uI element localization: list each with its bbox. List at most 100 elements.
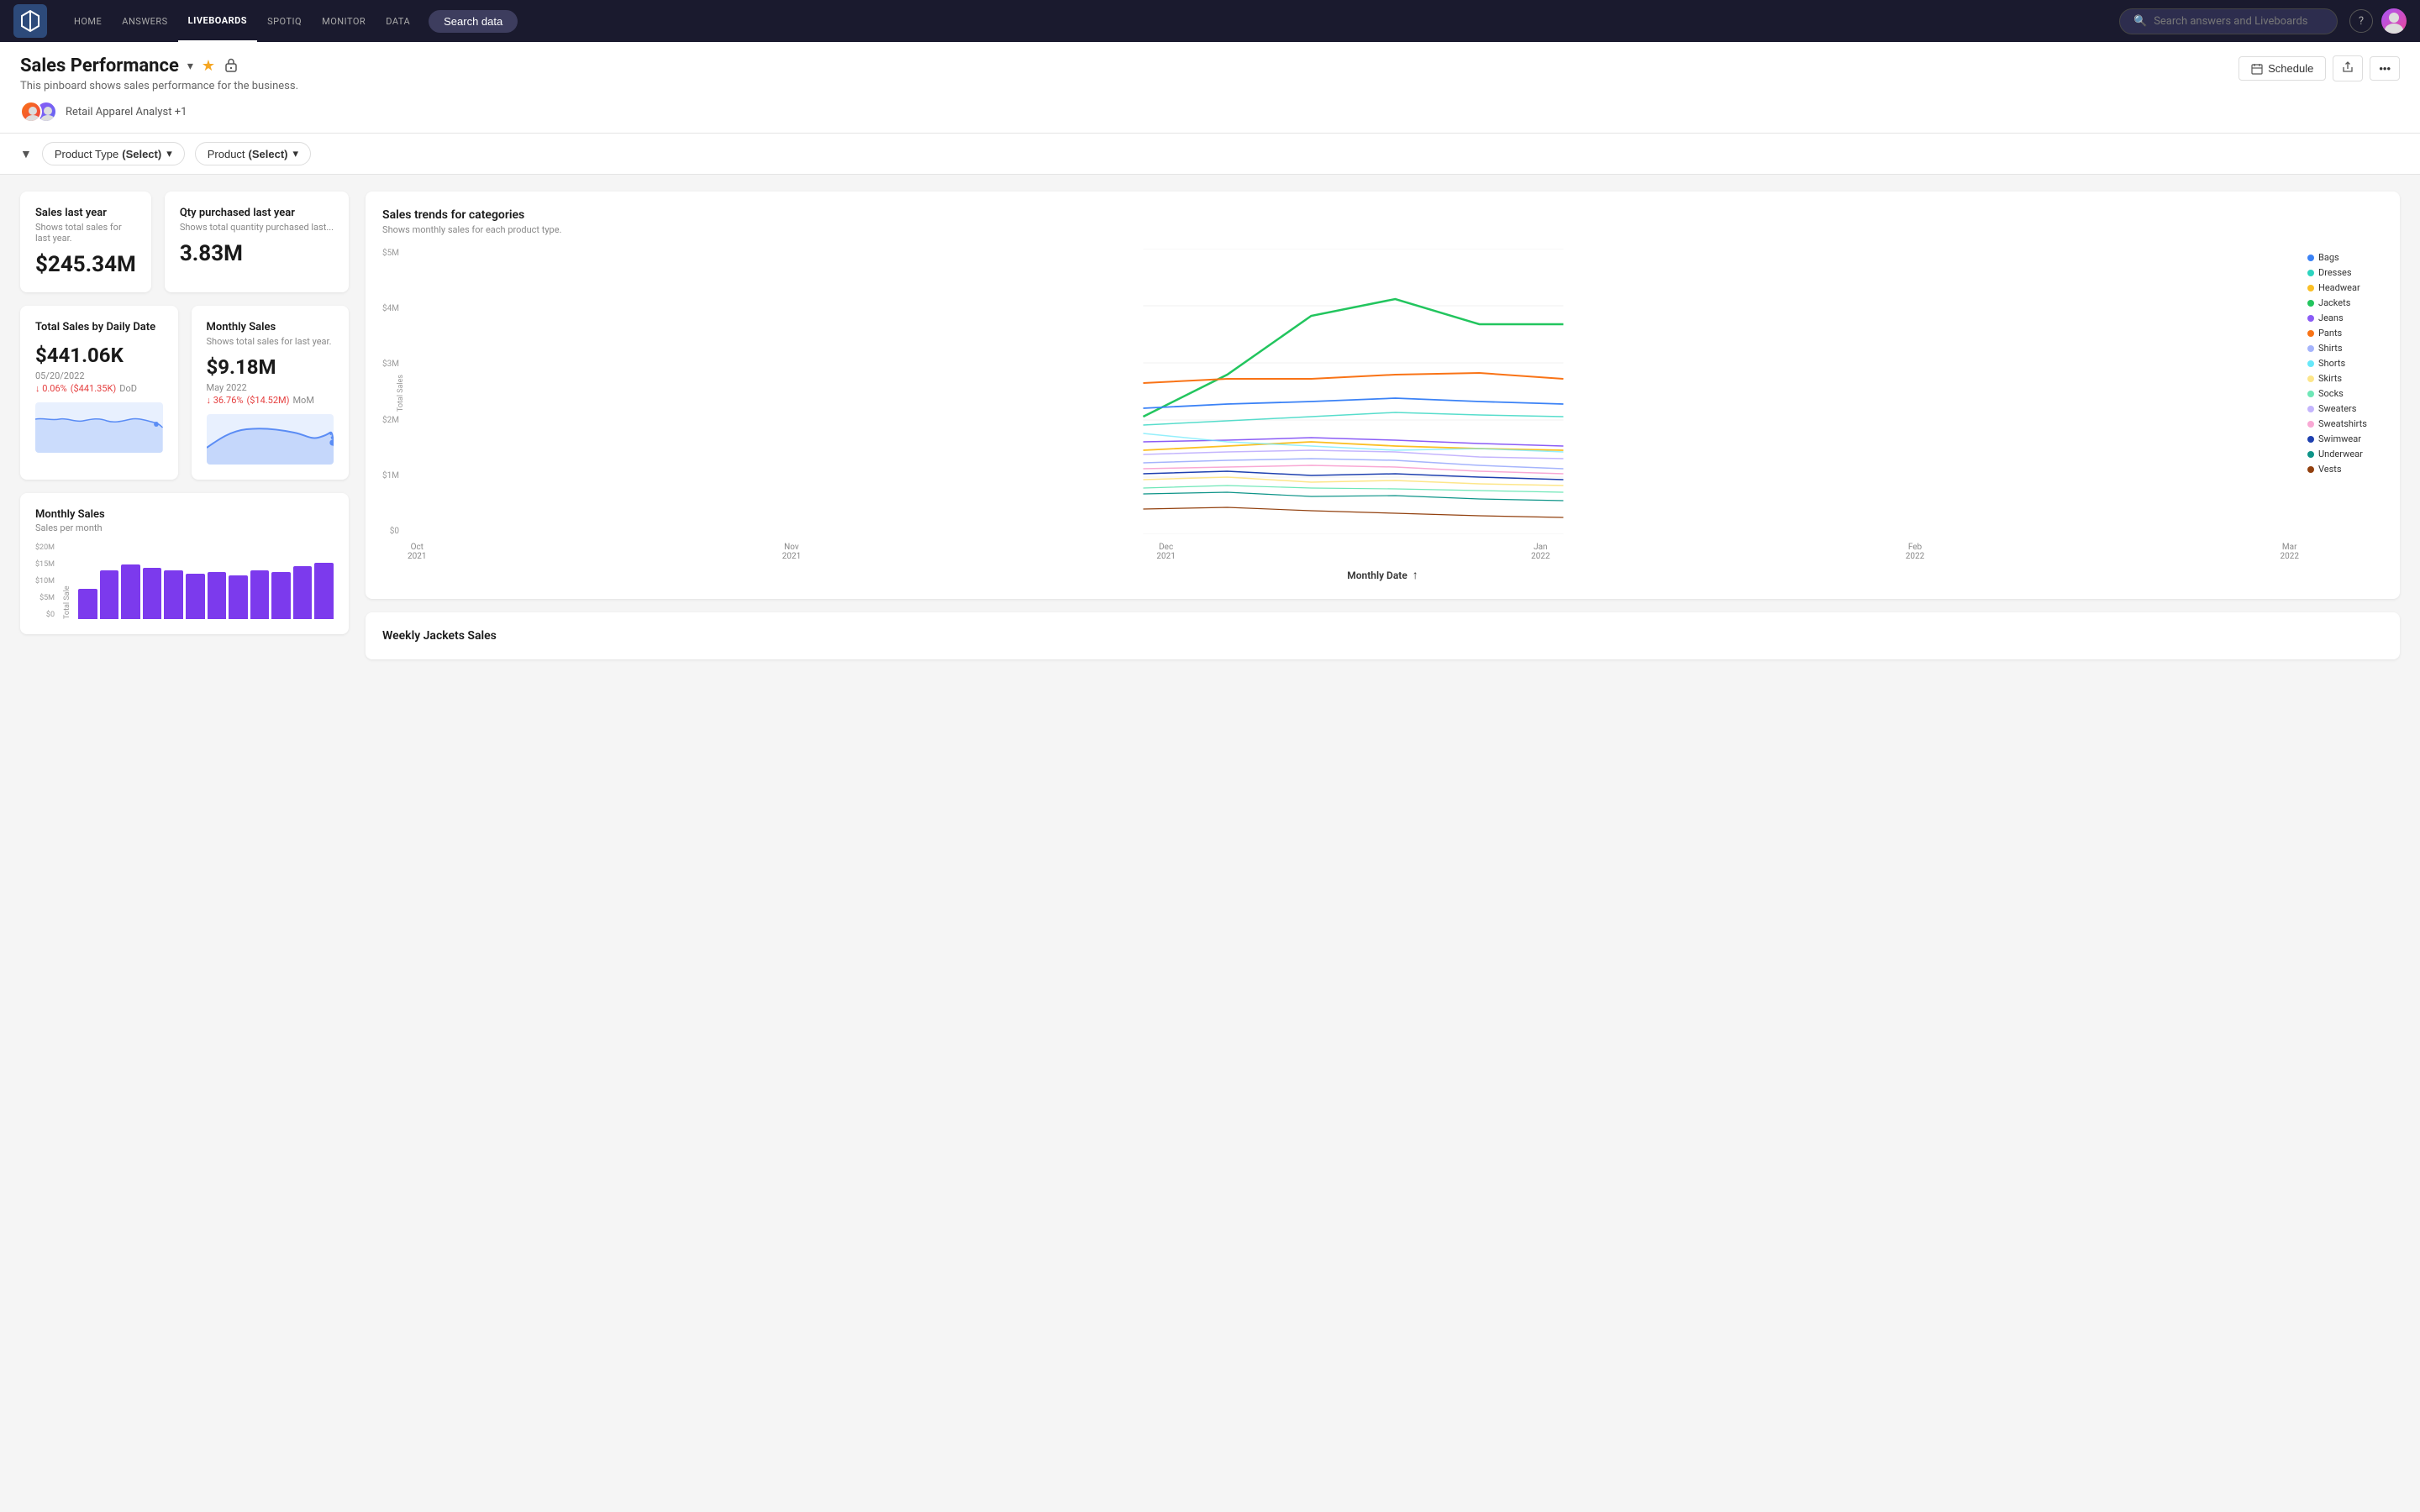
monthly-sparkline	[207, 414, 334, 465]
search-answers-input[interactable]: 🔍 Search answers and Liveboards	[2119, 8, 2338, 34]
bar-6	[186, 574, 205, 619]
sales-trends-title: Sales trends for categories	[382, 208, 2383, 222]
filter-icon: ▼	[20, 147, 32, 161]
legend-underwear: Underwear	[2307, 449, 2383, 459]
qty-purchased-title: Qty purchased last year	[180, 207, 334, 219]
top-nav: HOME ANSWERS LIVEBOARDS SPOTIQ MONITOR D…	[0, 0, 2420, 42]
legend-shorts: Shorts	[2307, 358, 2383, 369]
search-data-label: Search data	[444, 15, 502, 28]
total-sales-daily-title: Total Sales by Daily Date	[35, 321, 163, 333]
search-data-button[interactable]: Search data	[429, 10, 518, 33]
nav-monitor[interactable]: MONITOR	[312, 0, 376, 42]
product-type-dropdown-icon: ▾	[166, 147, 172, 160]
total-sales-daily-card: Total Sales by Daily Date $441.06K 05/20…	[20, 306, 178, 480]
bar-2	[100, 570, 119, 620]
bar-5	[164, 570, 183, 620]
bar-9	[250, 570, 270, 619]
qty-purchased-value: 3.83M	[180, 241, 334, 266]
monthly-sales-bar-card: Monthly Sales Sales per month $20M $15M …	[20, 493, 349, 634]
main-content: Sales last year Shows total sales for la…	[0, 175, 2420, 676]
left-column: Sales last year Shows total sales for la…	[20, 192, 349, 634]
right-column: Sales trends for categories Shows monthl…	[366, 192, 2400, 659]
monthly-bar-subtitle: Sales per month	[35, 522, 334, 533]
bar-12	[314, 563, 334, 620]
title-dropdown-icon[interactable]: ▾	[187, 60, 193, 73]
schedule-label: Schedule	[2268, 62, 2313, 75]
monthly-sales-card: Monthly Sales Shows total sales for last…	[192, 306, 350, 480]
monthly-bar-title: Monthly Sales	[35, 508, 334, 521]
schedule-button[interactable]: Schedule	[2238, 56, 2326, 81]
legend-dresses: Dresses	[2307, 267, 2383, 278]
monthly-sales-change: ↓ 36.76% ($14.52M) MoM	[207, 395, 334, 406]
legend-headwear: Headwear	[2307, 282, 2383, 293]
legend-bags: Bags	[2307, 252, 2383, 263]
total-sales-daily-date: 05/20/2022	[35, 370, 163, 381]
nav-answers[interactable]: ANSWERS	[112, 0, 177, 42]
chart-footer: Monthly Date ↑	[382, 568, 2383, 582]
daily-sparkline	[35, 402, 163, 453]
monthly-bar-y-label: Total Sale	[63, 585, 71, 619]
bar-3	[121, 564, 140, 619]
logo[interactable]	[13, 4, 47, 38]
bar-8	[229, 575, 248, 619]
monthly-change-label: MoM	[292, 395, 313, 406]
product-type-filter[interactable]: Product Type (Select) ▾	[42, 142, 185, 165]
total-sales-daily-change: ↓ 0.06% ($441.35K) DoD	[35, 383, 163, 394]
authors-row: Retail Apparel Analyst +1	[20, 101, 2400, 123]
legend-swimwear: Swimwear	[2307, 433, 2383, 444]
bar-1	[78, 589, 97, 619]
legend-skirts: Skirts	[2307, 373, 2383, 384]
sales-trends-card: Sales trends for categories Shows monthl…	[366, 192, 2400, 599]
legend-vests: Vests	[2307, 464, 2383, 475]
title-lock-icon[interactable]	[224, 57, 239, 76]
user-avatar[interactable]	[2381, 8, 2407, 34]
legend-sweatshirts: Sweatshirts	[2307, 418, 2383, 429]
product-dropdown-icon: ▾	[293, 147, 299, 160]
product-filter[interactable]: Product (Select) ▾	[195, 142, 311, 165]
legend-pants: Pants	[2307, 328, 2383, 339]
monthly-sales-value: $9.18M	[207, 355, 334, 379]
daily-change-pct: ↓ 0.06%	[35, 383, 67, 394]
search-icon: 🔍	[2133, 15, 2147, 28]
sort-up-icon[interactable]: ↑	[1413, 568, 1418, 582]
legend-socks: Socks	[2307, 388, 2383, 399]
daily-change-amt: ($441.35K)	[71, 383, 117, 394]
daily-change-label: DoD	[119, 383, 137, 394]
share-button[interactable]	[2333, 55, 2363, 81]
monthly-change-amt: ($14.52M)	[246, 395, 289, 406]
qty-purchased-subtitle: Shows total quantity purchased last...	[180, 222, 334, 233]
product-type-value: (Select)	[122, 148, 161, 160]
authors-label: Retail Apparel Analyst +1	[66, 106, 187, 118]
help-button[interactable]: ?	[2349, 9, 2373, 33]
qty-purchased-card: Qty purchased last year Shows total quan…	[165, 192, 349, 292]
monthly-change-pct: ↓ 36.76%	[207, 395, 244, 406]
weekly-jackets-card: Weekly Jackets Sales	[366, 612, 2400, 659]
legend-shirts: Shirts	[2307, 343, 2383, 354]
search-answers-placeholder: Search answers and Liveboards	[2154, 15, 2307, 28]
page-header: Sales Performance ▾ ★ This pinboard show…	[0, 42, 2420, 134]
nav-liveboards[interactable]: LIVEBOARDS	[178, 0, 257, 42]
title-star-icon[interactable]: ★	[202, 57, 215, 75]
monthly-sales-title: Monthly Sales	[207, 321, 334, 333]
sales-last-year-title: Sales last year	[35, 207, 136, 219]
sales-last-year-value: $245.34M	[35, 252, 136, 277]
sales-last-year-card: Sales last year Shows total sales for la…	[20, 192, 151, 292]
legend-jackets: Jackets	[2307, 297, 2383, 308]
product-label: Product	[208, 148, 245, 160]
weekly-jackets-title: Weekly Jackets Sales	[382, 629, 2383, 643]
sales-last-year-subtitle: Shows total sales for last year.	[35, 222, 136, 244]
chart-footer-label: Monthly Date	[1347, 570, 1407, 581]
legend-sweaters: Sweaters	[2307, 403, 2383, 414]
bar-7	[208, 572, 227, 619]
more-button[interactable]: •••	[2370, 56, 2400, 81]
nav-spotiq[interactable]: SPOTIQ	[257, 0, 312, 42]
bar-11	[293, 566, 313, 619]
product-value: (Select)	[249, 148, 288, 160]
bar-4	[143, 568, 162, 619]
total-sales-daily-value: $441.06K	[35, 344, 163, 367]
sales-trends-subtitle: Shows monthly sales for each product typ…	[382, 224, 2383, 235]
nav-data[interactable]: DATA	[376, 0, 420, 42]
monthly-sales-date: May 2022	[207, 382, 334, 393]
nav-home[interactable]: HOME	[64, 0, 112, 42]
legend-jeans: Jeans	[2307, 312, 2383, 323]
